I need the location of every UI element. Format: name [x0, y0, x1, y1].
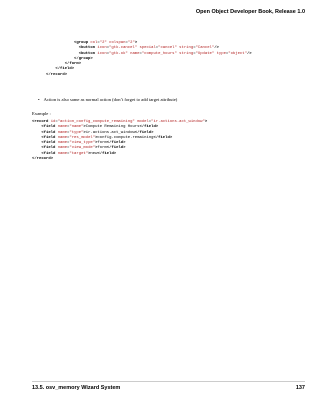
bullet-dot-icon: • — [38, 97, 40, 102]
bullet-item: • Action is also same as normal action (… — [38, 97, 177, 102]
bullet-text: Action is also same as normal action (do… — [43, 97, 178, 102]
code-block-bottom: <record id="action_config_compute_remain… — [32, 120, 207, 162]
example-label: Example : — [32, 111, 51, 116]
footer-page-number: 137 — [295, 385, 305, 391]
page-header: Open Object Developer Book, Release 1.0 — [195, 9, 305, 15]
footer-rule — [32, 381, 305, 382]
footer-section-title: 13.5. osv_memory Wizard System — [32, 385, 121, 391]
code-block-top: <group col="2" colspan="2"> <button icon… — [32, 41, 252, 78]
code-bottom-line: </record> — [32, 157, 54, 162]
code-top-line: </record> — [46, 72, 68, 77]
